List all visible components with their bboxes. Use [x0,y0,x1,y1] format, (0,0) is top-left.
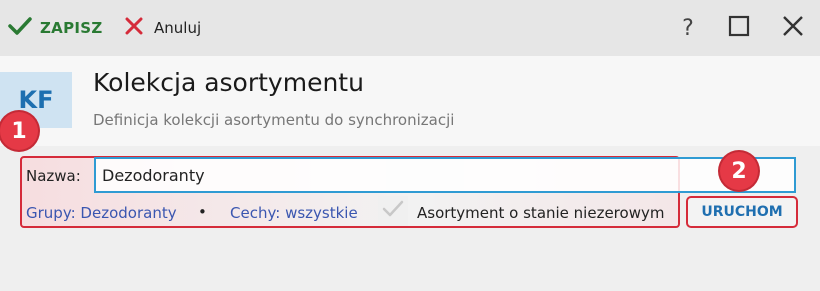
cancel-button[interactable]: Anuluj [124,0,201,56]
features-link[interactable]: Cechy: wszystkie [230,204,358,222]
name-label: Nazwa: [26,167,81,185]
help-icon: ? [682,15,694,41]
annotation-badge-2: 2 [720,152,758,190]
x-icon [124,16,144,40]
close-icon [782,15,804,41]
separator-dot: • [198,203,207,221]
nonzero-stock-label: Asortyment o stanie niezerowym [417,204,665,222]
help-button[interactable]: ? [673,13,703,43]
checkbox-check-icon [381,199,405,223]
annotation-badge-1: 1 [0,112,38,150]
cancel-button-label: Anuluj [154,19,202,37]
close-button[interactable] [778,13,808,43]
save-button[interactable]: ZAPISZ [8,0,103,56]
name-input[interactable] [94,157,796,193]
run-button[interactable]: URUCHOM [686,196,798,228]
maximize-button[interactable] [724,13,754,43]
toolbar: ZAPISZ Anuluj ? [0,0,820,56]
page-title: Kolekcja asortymentu [93,68,364,97]
save-button-label: ZAPISZ [40,19,103,37]
nonzero-stock-checkbox[interactable] [378,196,408,226]
header: KF Kolekcja asortymentu Definicja kolekc… [0,56,820,146]
groups-link[interactable]: Grupy: Dezodoranty [26,204,177,222]
page-subtitle: Definicja kolekcji asortymentu do synchr… [93,111,455,129]
maximize-icon [728,15,750,41]
checkmark-icon [8,16,32,40]
